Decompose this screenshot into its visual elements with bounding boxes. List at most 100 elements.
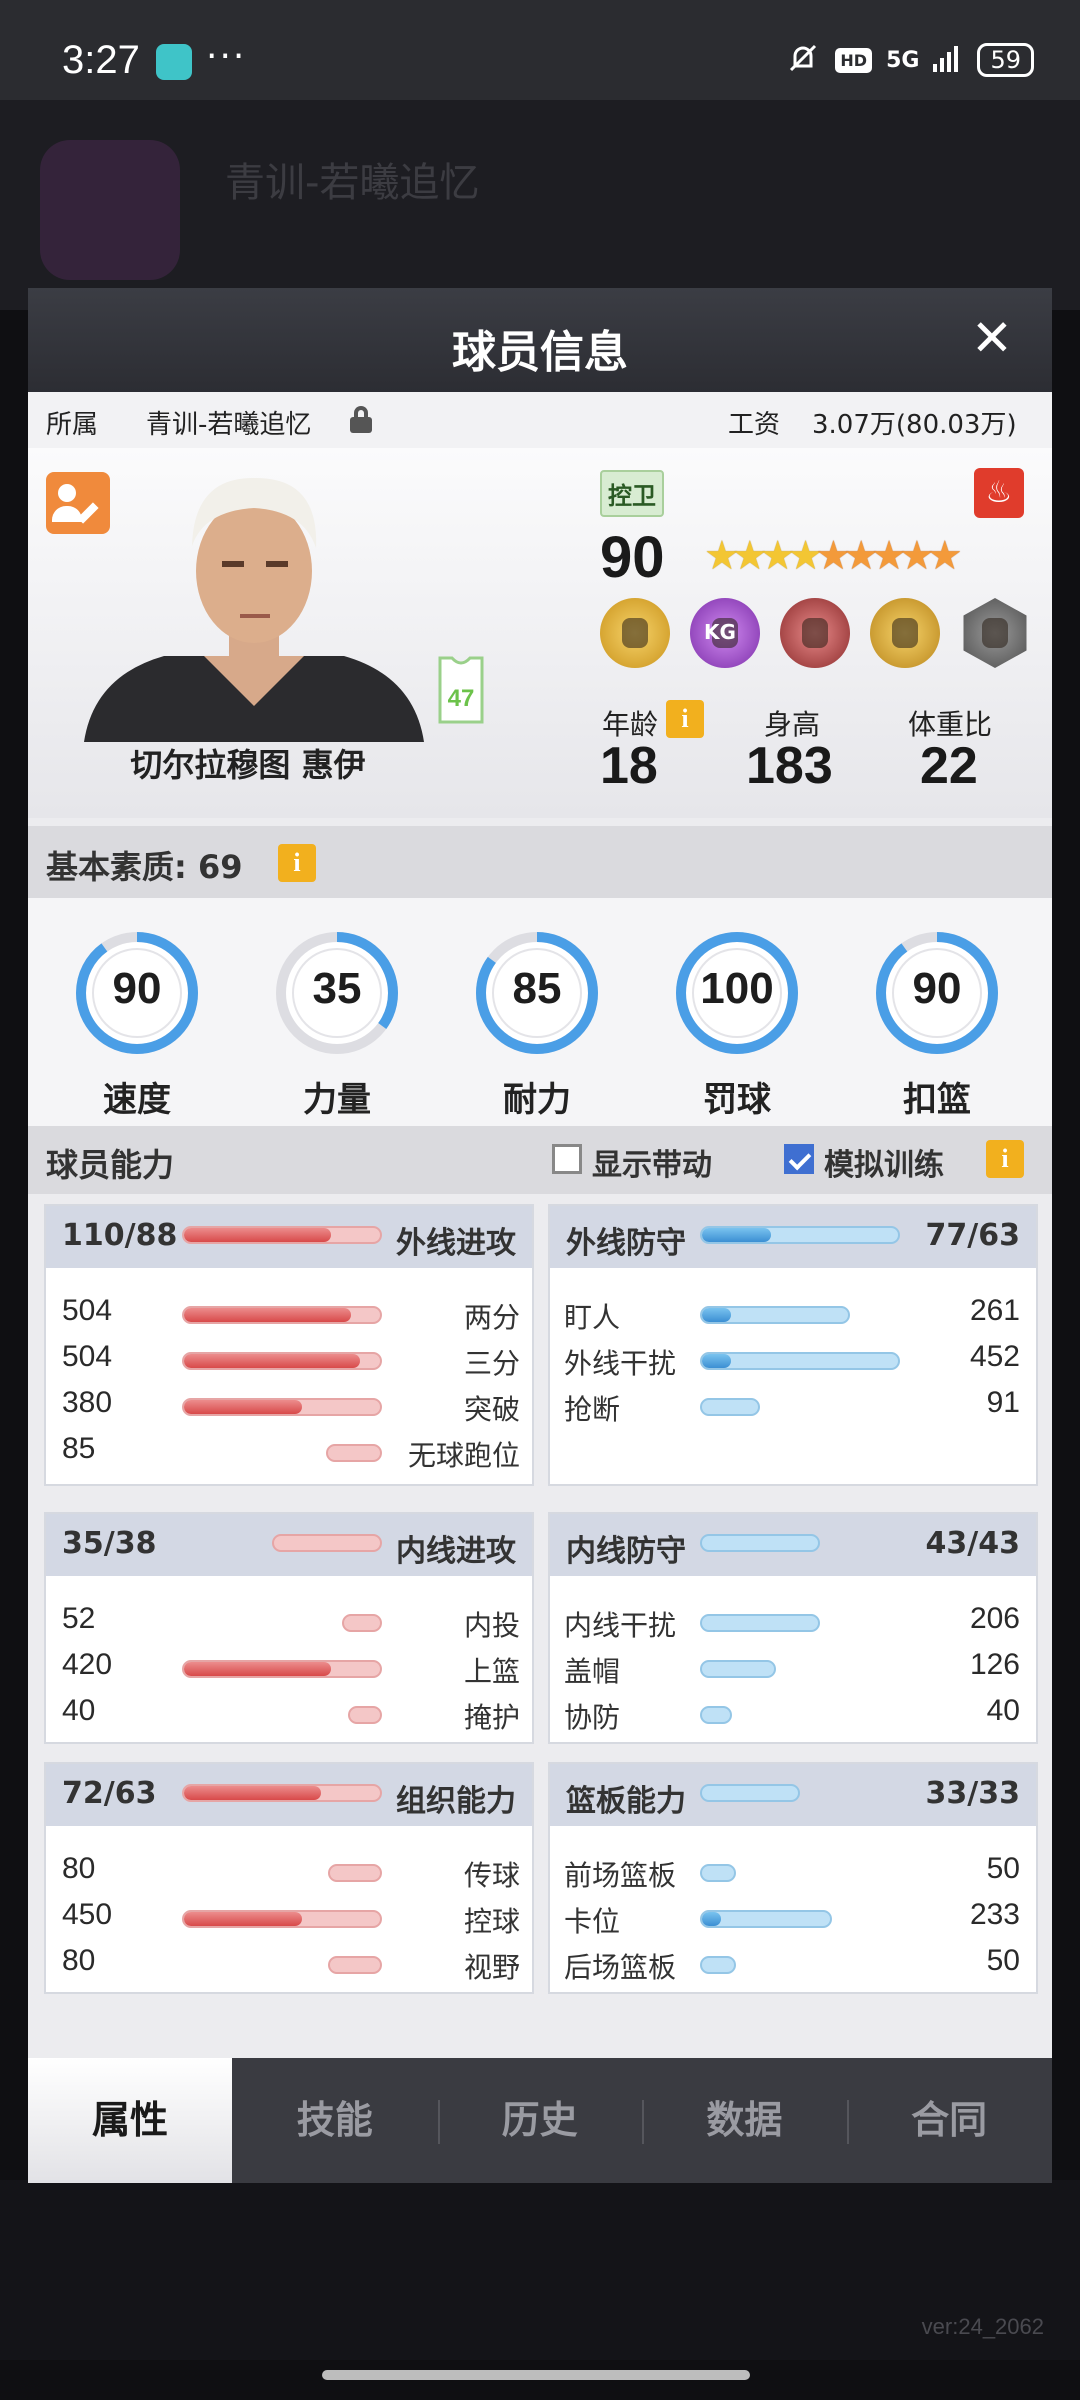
stat-label: 两分 [463, 1301, 520, 1334]
badge-gold-player-icon[interactable] [600, 598, 670, 668]
stat-label: 无球跑位 [407, 1439, 520, 1472]
ability-score: 77/63 [925, 1218, 1020, 1253]
position-badge: 控卫 [600, 470, 664, 517]
edit-player-button[interactable] [46, 472, 110, 534]
stat-label: 掩护 [463, 1701, 520, 1734]
tab-1[interactable]: 技能 [233, 2058, 437, 2183]
tab-4[interactable]: 合同 [847, 2058, 1051, 2183]
player-name: 切尔拉穆图 惠伊 [130, 746, 366, 784]
close-button[interactable]: ✕ [962, 308, 1022, 368]
affiliation-label: 所属 [46, 410, 99, 440]
battery-icon: 59 [977, 43, 1034, 77]
stat-value: 380 [62, 1386, 113, 1419]
club-logo [40, 140, 180, 280]
stat-bar [182, 1784, 382, 1802]
stat-value: 52 [62, 1602, 96, 1635]
stat-value: 80 [62, 1944, 96, 1977]
player-portrait [64, 456, 444, 742]
stat-bar [328, 1956, 382, 1974]
stat-value: 206 [969, 1602, 1020, 1635]
show-drive-label[interactable]: 显示带动 [592, 1140, 712, 1184]
stat-label: 外线干扰 [564, 1347, 677, 1380]
badge-red-player-icon[interactable] [780, 598, 850, 668]
ability-info-icon[interactable]: i [986, 1140, 1024, 1178]
status-icons: HD 5G 59 [785, 40, 1034, 80]
stat-value: 85 [62, 1432, 96, 1465]
ability-panel-header: 35/38 内线进攻 [46, 1514, 532, 1576]
status-bar: 3:27 ··· HD 5G 59 [0, 0, 1080, 100]
attribute-gauge[interactable]: 100 罚球 [672, 928, 802, 1121]
age-info-icon[interactable]: i [666, 700, 704, 738]
stat-label: 三分 [463, 1347, 520, 1380]
stat-bar [700, 1306, 850, 1324]
affiliation-value: 青训-若曦追忆 [146, 410, 312, 440]
stat-label: 后场篮板 [564, 1951, 677, 1984]
tab-divider [847, 2100, 850, 2144]
stat-value: 504 [62, 1340, 113, 1373]
ability-score: 72/63 [62, 1776, 157, 1811]
jersey-icon: 47 [432, 654, 490, 726]
stat-bar [700, 1398, 760, 1416]
stat-bar [700, 1352, 900, 1370]
stat-label: 盖帽 [564, 1655, 621, 1688]
stat-value: 126 [969, 1648, 1020, 1681]
ability-score: 35/38 [62, 1526, 157, 1561]
stat-bar [700, 1956, 736, 1974]
stat-bar [700, 1226, 900, 1244]
stat-label: 前场篮板 [564, 1859, 677, 1892]
attribute-gauge[interactable]: 85 耐力 [472, 928, 602, 1121]
ability-panel-header: 110/88 外线进攻 [46, 1206, 532, 1268]
attribute-gauge[interactable]: 90 扣篮 [872, 928, 1002, 1121]
ability-panel: 72/63 组织能力 80 传球 450 控球 80 视野 [44, 1762, 534, 1994]
ability-score: 110/88 [62, 1218, 178, 1253]
sim-training-checkbox[interactable] [784, 1144, 814, 1174]
hd-icon: HD [835, 47, 873, 73]
stat-value: 233 [969, 1898, 1020, 1931]
player-rating: 90 [600, 525, 665, 590]
ability-panels: 110/88 外线进攻 504 两分 504 三分 380 突破 85 无球跑位 外线防守 77/63… [28, 1194, 1052, 2014]
star-rating: ★ ★ ★ ★ ★ ★ ★ ★ ★ [704, 534, 963, 578]
badge-gold-crouch-icon[interactable] [870, 598, 940, 668]
fire-icon[interactable]: ♨ [974, 468, 1024, 518]
stat-value: 50 [986, 1852, 1020, 1885]
version-label: ver:24_2062 [921, 2314, 1044, 2339]
basic-quality-header: 基本素质: 69 i [28, 826, 1052, 898]
home-indicator[interactable] [322, 2370, 750, 2380]
sim-training-label[interactable]: 模拟训练 [824, 1140, 944, 1184]
ability-title: 外线进攻 [396, 1226, 516, 1261]
stat-label: 上篮 [463, 1655, 520, 1688]
ability-panel-header: 篮板能力 33/33 [550, 1764, 1036, 1826]
tab-0[interactable]: 属性 [28, 2058, 232, 2183]
attribute-gauge[interactable]: 90 速度 [72, 928, 202, 1121]
gauge-value: 85 [512, 964, 562, 1013]
gauge-value: 90 [112, 964, 162, 1013]
ability-title: 组织能力 [396, 1784, 516, 1819]
ability-panel-header: 内线防守 43/43 [550, 1514, 1036, 1576]
modal-header: 球员信息 ✕ [28, 288, 1052, 392]
gauge-value: 35 [312, 964, 362, 1013]
badge-locked-icon[interactable] [963, 598, 1027, 668]
tab-2[interactable]: 历史 [438, 2058, 642, 2183]
gauge-label: 力量 [303, 1080, 371, 1120]
stat-bar [700, 1864, 736, 1882]
app-notification-icon [156, 44, 192, 80]
stat-bar [182, 1660, 382, 1678]
stat-bar [700, 1534, 820, 1552]
lock-icon[interactable] [350, 406, 372, 433]
badge-kg-icon[interactable]: KG [690, 598, 760, 668]
salary-value: 3.07万(80.03万) [812, 410, 1017, 440]
bottom-tabs: 属性 技能 历史 数据 合同 [28, 2058, 1052, 2183]
stat-bar [182, 1226, 382, 1244]
basic-info-icon[interactable]: i [278, 844, 316, 882]
signal-bars-icon [933, 44, 963, 76]
attribute-gauge[interactable]: 35 力量 [272, 928, 402, 1121]
ability-panel: 外线防守 77/63 261 盯人 452 外线干扰 91 抢断 [548, 1204, 1038, 1486]
ability-panel: 内线防守 43/43 206 内线干扰 126 盖帽 40 协防 [548, 1512, 1038, 1744]
player-profile: 切尔拉穆图 惠伊 47 控卫 ♨ 90 ★ ★ ★ ★ ★ ★ ★ ★ ★ KG 年龄 i 18… [28, 448, 1052, 818]
stat-bar [700, 1706, 732, 1724]
stat-label: 内投 [463, 1609, 520, 1642]
tab-3[interactable]: 数据 [642, 2058, 846, 2183]
stat-label: 视野 [463, 1951, 520, 1984]
show-drive-checkbox[interactable] [552, 1144, 582, 1174]
ability-panel-header: 外线防守 77/63 [550, 1206, 1036, 1268]
